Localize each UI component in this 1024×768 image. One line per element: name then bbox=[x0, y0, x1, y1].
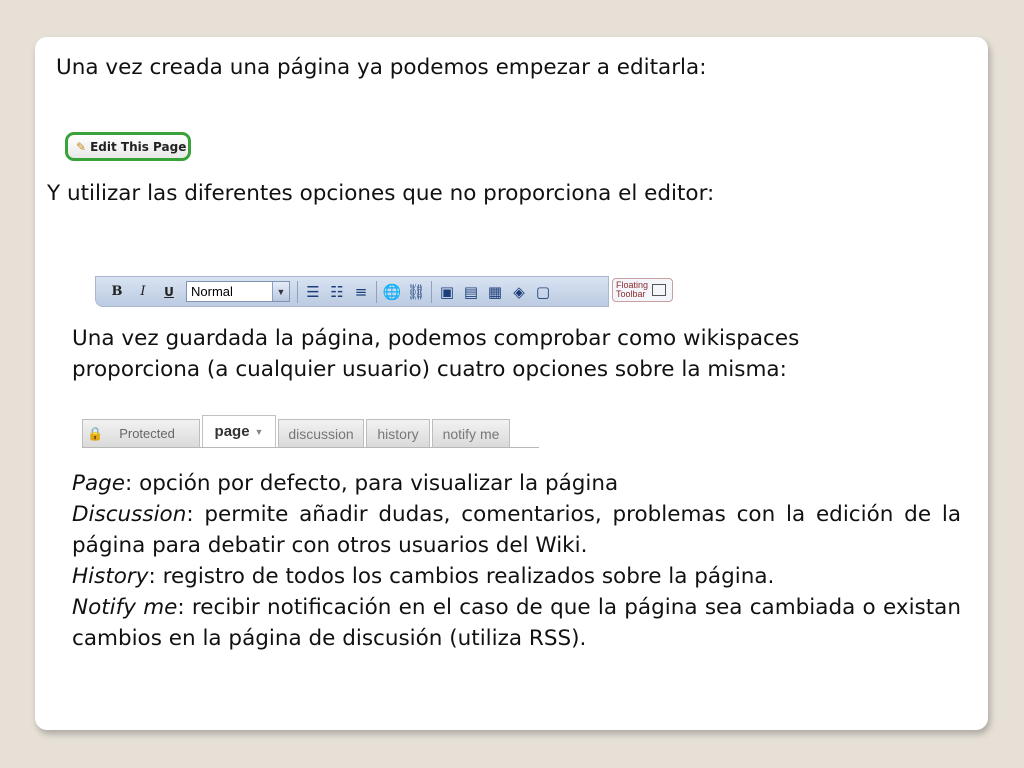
descriptions: Page: opción por defecto, para visualiza… bbox=[72, 468, 961, 654]
description-notify: Notify me: recibir notificación en el ca… bbox=[72, 592, 961, 654]
floating-toolbar-label: Floating Toolbar bbox=[616, 280, 649, 299]
page-tabs: 🔒 Protected page ▼ discussion history no… bbox=[82, 415, 539, 448]
chevron-down-icon[interactable]: ▼ bbox=[272, 282, 289, 301]
tab-page[interactable]: page ▼ bbox=[202, 415, 276, 447]
intro-text: Una vez creada una página ya podemos emp… bbox=[56, 55, 707, 80]
page-term: Page bbox=[72, 471, 126, 496]
tab-notify-me[interactable]: notify me bbox=[432, 419, 510, 447]
numbered-list-icon[interactable]: ☰ bbox=[301, 280, 325, 304]
chevron-down-icon: ▼ bbox=[254, 426, 264, 437]
options-text: Y utilizar las diferentes opciones que n… bbox=[47, 181, 715, 206]
description-history: History: registro de todos los cambios r… bbox=[72, 561, 961, 592]
italic-button[interactable]: I bbox=[130, 279, 156, 305]
tab-history[interactable]: history bbox=[366, 419, 430, 447]
edit-this-page-button[interactable]: ✎ Edit This Page bbox=[65, 132, 191, 161]
horizontal-rule-icon[interactable]: ≡ bbox=[349, 280, 373, 304]
tab-protected-label: Protected bbox=[119, 426, 175, 441]
link-icon[interactable]: 🌐 bbox=[380, 280, 404, 304]
media-icon[interactable]: ▤ bbox=[459, 280, 483, 304]
edit-button-label: Edit This Page bbox=[90, 139, 187, 154]
notify-term: Notify me bbox=[72, 595, 178, 620]
toolbar-separator bbox=[431, 280, 432, 303]
toolbar-separator bbox=[297, 280, 298, 303]
format-select-value: Normal bbox=[191, 284, 233, 299]
description-page: Page: opción por defecto, para visualiza… bbox=[72, 468, 961, 499]
description-discussion: Discussion: permite añadir dudas, coment… bbox=[72, 499, 961, 561]
format-select[interactable]: Normal ▼ bbox=[186, 281, 290, 302]
history-term: History bbox=[72, 564, 149, 589]
saved-text-line-1: Una vez guardada la página, podemos comp… bbox=[72, 326, 800, 351]
history-description: : registro de todos los cambios realizad… bbox=[148, 564, 775, 589]
tab-protected[interactable]: 🔒 Protected bbox=[82, 419, 200, 447]
unlink-icon[interactable]: ⛓ bbox=[404, 280, 428, 304]
underline-button[interactable]: U bbox=[156, 279, 182, 305]
notify-description: : recibir notificación en el caso de que… bbox=[72, 595, 961, 651]
editor-toolbar: B I U Normal ▼ ☰ ☷ ≡ 🌐 ⛓ ▣ ▤ ▦ ◈ ▢ bbox=[95, 276, 609, 307]
discussion-term: Discussion bbox=[72, 502, 187, 527]
discussion-description: : permite añadir dudas, comentarios, pro… bbox=[72, 502, 961, 558]
page-description: : opción por defecto, para visualizar la… bbox=[125, 471, 619, 496]
window-icon bbox=[652, 284, 667, 296]
pencil-icon: ✎ bbox=[76, 139, 87, 154]
toolbar-separator bbox=[376, 280, 377, 303]
tab-discussion[interactable]: discussion bbox=[278, 419, 364, 447]
tab-page-label: page bbox=[214, 423, 250, 440]
table-icon[interactable]: ▦ bbox=[483, 280, 507, 304]
bulleted-list-icon[interactable]: ☷ bbox=[325, 280, 349, 304]
widget-icon[interactable]: ◈ bbox=[507, 280, 531, 304]
saved-text-line-2: proporciona (a cualquier usuario) cuatro… bbox=[72, 357, 787, 382]
image-icon[interactable]: ▣ bbox=[435, 280, 459, 304]
floating-toolbar-button[interactable]: Floating Toolbar bbox=[612, 278, 673, 302]
lock-icon: 🔒 bbox=[87, 425, 104, 441]
bold-button[interactable]: B bbox=[104, 279, 130, 305]
special-char-icon[interactable]: ▢ bbox=[531, 280, 555, 304]
